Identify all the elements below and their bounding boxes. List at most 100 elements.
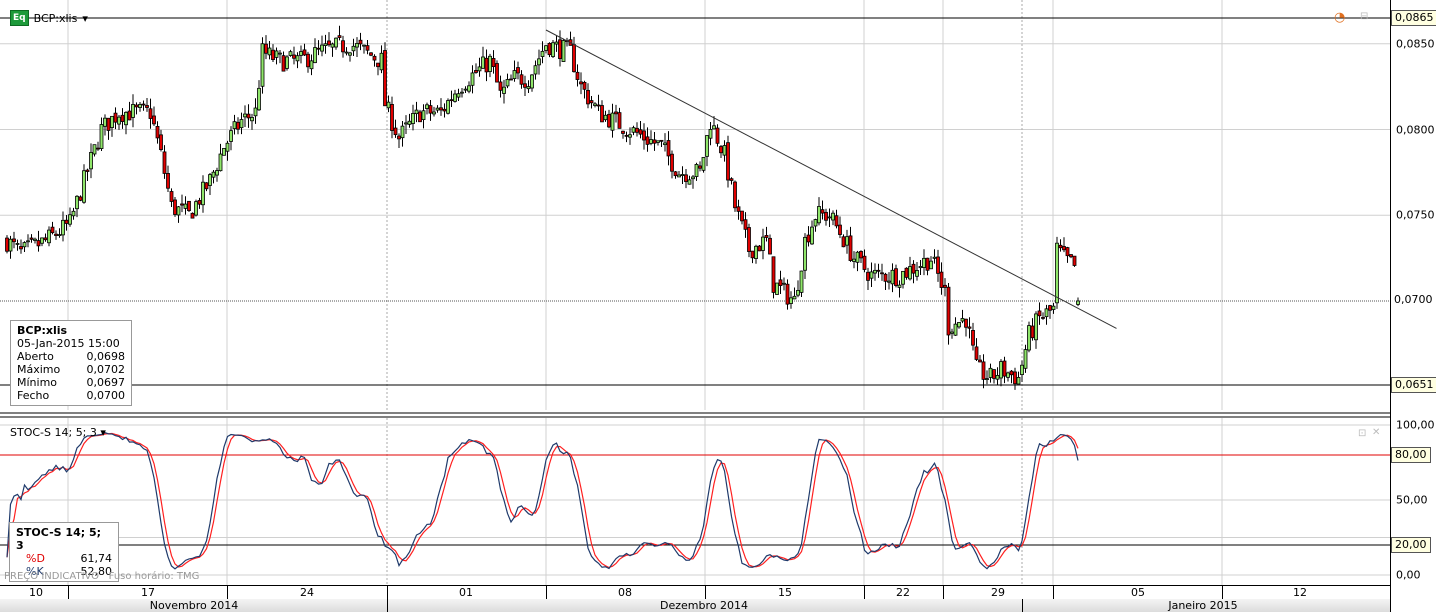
candle-body bbox=[743, 219, 748, 230]
candle-body bbox=[141, 103, 146, 106]
candle-body bbox=[341, 40, 345, 53]
candle-body bbox=[36, 240, 41, 247]
candle-body bbox=[57, 234, 62, 236]
chevron-down-icon[interactable]: ▾ bbox=[100, 426, 106, 439]
ohlc-row: Fecho 0,0700 bbox=[17, 389, 125, 402]
candle-body bbox=[376, 62, 380, 68]
stoch-d-row: %D 61,74 bbox=[16, 552, 112, 565]
candle-body bbox=[533, 65, 538, 75]
candle-body bbox=[71, 210, 76, 217]
candle-body bbox=[337, 35, 342, 38]
candle-body bbox=[733, 181, 737, 209]
candle-body bbox=[607, 113, 611, 128]
candle-body bbox=[327, 40, 331, 46]
chevron-down-icon[interactable]: ▾ bbox=[82, 12, 88, 25]
candle-body bbox=[1051, 305, 1056, 310]
candle-body bbox=[526, 86, 531, 90]
candle-body bbox=[1062, 246, 1066, 251]
candle-body bbox=[365, 45, 370, 51]
stoch-high-tag: 80,00 bbox=[1391, 447, 1431, 463]
candle-body bbox=[309, 60, 314, 70]
clock-icon[interactable]: ◔ bbox=[1334, 10, 1345, 25]
price-chart[interactable] bbox=[0, 0, 1390, 585]
indicator-title[interactable]: STOC-S 14; 5; 3 ▾ bbox=[10, 426, 106, 439]
close-panel-icon[interactable]: ✕ bbox=[1372, 427, 1380, 438]
ohlc-row: Aberto 0,0698 bbox=[17, 350, 125, 363]
candle-body bbox=[393, 127, 398, 136]
candle-body bbox=[771, 256, 776, 293]
candle-body bbox=[554, 41, 559, 45]
candle-body bbox=[313, 47, 317, 64]
candle-body bbox=[719, 146, 723, 154]
candle-body bbox=[621, 130, 625, 134]
candle-body bbox=[1030, 325, 1035, 339]
candle-body bbox=[701, 157, 706, 171]
candle-body bbox=[120, 114, 125, 122]
candle-body bbox=[897, 284, 902, 288]
candle-body bbox=[932, 256, 937, 259]
candle-body bbox=[92, 144, 97, 155]
candle-body bbox=[5, 237, 9, 252]
candle-body bbox=[953, 323, 958, 336]
candle-body bbox=[19, 246, 23, 250]
candle-body bbox=[1037, 310, 1042, 317]
candle-body bbox=[495, 63, 499, 83]
candle-body bbox=[582, 81, 587, 90]
candle-body bbox=[33, 238, 37, 241]
candle-body bbox=[873, 269, 877, 274]
candle-body bbox=[936, 256, 940, 274]
candle-body bbox=[890, 269, 895, 285]
candle-body bbox=[166, 173, 170, 189]
candle-body bbox=[176, 206, 181, 216]
candle-body bbox=[474, 70, 478, 73]
candle-body bbox=[684, 174, 688, 182]
candle-body bbox=[29, 237, 34, 240]
candle-body bbox=[642, 130, 646, 141]
maximize-panel-icon[interactable]: ⊡ bbox=[1358, 428, 1366, 439]
candle-body bbox=[880, 272, 884, 275]
candle-body bbox=[614, 111, 618, 115]
candle-body bbox=[600, 105, 604, 123]
candle-body bbox=[1041, 317, 1045, 319]
candle-body bbox=[649, 139, 653, 144]
ohlc-row: Máximo 0,0702 bbox=[17, 363, 125, 376]
trendline bbox=[545, 29, 1117, 329]
candle-body bbox=[1065, 247, 1070, 257]
symbol-label[interactable]: BCP:xlis bbox=[34, 12, 78, 25]
week-label: 01 bbox=[459, 586, 473, 599]
stoch-tick: 100,00 bbox=[1396, 418, 1435, 432]
candle-body bbox=[505, 79, 510, 87]
candle-body bbox=[1027, 325, 1031, 351]
candle-body bbox=[372, 55, 377, 61]
candle-body bbox=[502, 86, 506, 94]
candle-body bbox=[232, 121, 237, 129]
candle-body bbox=[586, 89, 590, 105]
candle-body bbox=[715, 127, 720, 144]
candle-body bbox=[85, 169, 90, 172]
time-axis-months: Novembro 2014 Dezembro 2014 Janeiro 2015 bbox=[0, 599, 1390, 612]
candle-body bbox=[246, 113, 251, 119]
candle-body bbox=[418, 111, 422, 123]
candle-body bbox=[939, 271, 944, 288]
candle-body bbox=[243, 113, 247, 118]
candle-body bbox=[617, 112, 622, 129]
candle-body bbox=[239, 119, 244, 129]
candle-body bbox=[516, 67, 520, 74]
candle-body bbox=[302, 49, 307, 56]
week-label: 22 bbox=[896, 586, 910, 599]
candle-body bbox=[687, 179, 692, 185]
candle-body bbox=[1044, 308, 1049, 318]
time-axis-weeks[interactable]: 10 17 24 01 08 15 22 29 05 12 bbox=[0, 585, 1390, 600]
month-label: Janeiro 2015 bbox=[1168, 599, 1238, 612]
candle-body bbox=[572, 44, 576, 73]
candle-body bbox=[950, 331, 954, 334]
candle-body bbox=[26, 240, 30, 243]
candle-body bbox=[722, 145, 727, 156]
candle-body bbox=[820, 209, 825, 214]
ohlc-title: BCP:xlis bbox=[17, 324, 68, 337]
week-label: 05 bbox=[1131, 586, 1145, 599]
candle-body bbox=[379, 52, 384, 71]
candle-body bbox=[470, 72, 475, 86]
candle-body bbox=[561, 40, 566, 62]
minimize-icon[interactable]: ⊟ bbox=[1360, 11, 1368, 22]
